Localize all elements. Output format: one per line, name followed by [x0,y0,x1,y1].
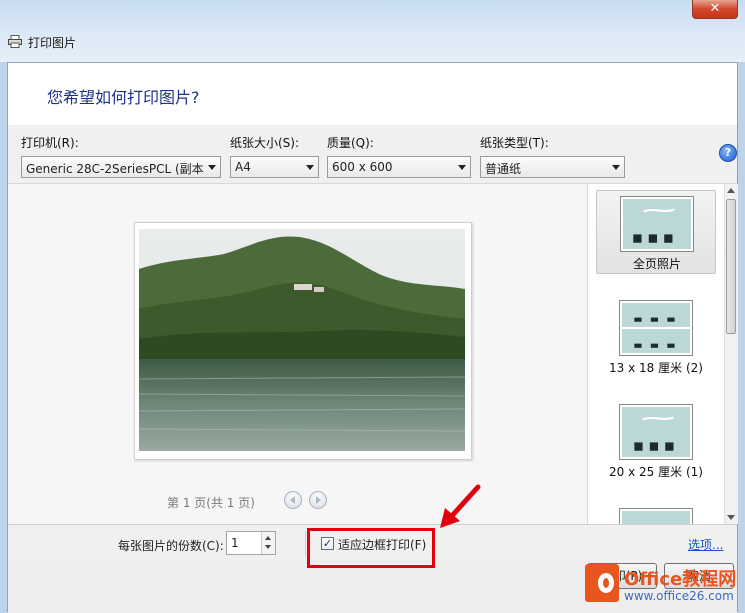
layout-list: 全页照片 13 x 18 厘米 (2) 20 x 25 厘米 (1) [587,184,725,524]
layout-label: 20 x 25 厘米 (1) [609,465,703,479]
copies-stepper[interactable]: 1 [226,531,276,555]
quality-label: 质量(Q): [327,136,374,150]
options-link[interactable]: 选项... [688,536,723,553]
decrement-icon[interactable] [265,545,271,549]
copies-label: 每张图片的份数(C): [118,539,224,553]
watermark-url: www.office26.com [624,589,734,603]
scroll-up-icon[interactable] [727,188,735,193]
layout-next[interactable] [596,503,716,524]
page-info: 第 1 页(共 1 页) [167,496,255,510]
print-settings: 打印机(R): Generic 28C-2SeriesPCL (副本 1) 纸张… [8,125,737,184]
chevron-down-icon [612,165,620,170]
title-bar: ✕ 打印图片 [0,0,745,62]
increment-icon[interactable] [265,536,271,540]
quality-dropdown[interactable]: 600 x 600 [327,156,471,178]
scroll-down-icon[interactable] [727,515,735,520]
paper-type-dropdown[interactable]: 普通纸 [480,156,625,178]
printer-icon [8,35,22,48]
chevron-down-icon [458,165,466,170]
layout-thumbnail [620,196,694,252]
layout-full-page[interactable]: 全页照片 [596,190,716,274]
page-title: 您希望如何打印图片? [47,88,200,107]
red-arrow-icon [440,484,481,528]
layout-13x18[interactable]: 13 x 18 厘米 (2) [596,295,716,379]
paper-size-dropdown[interactable]: A4 [230,156,319,178]
layout-label: 全页照片 [632,257,681,271]
highlight-box [307,528,435,568]
paper-size-label: 纸张大小(S): [230,136,300,150]
printer-label: 打印机(R): [21,136,79,150]
next-page-button[interactable] [309,491,327,509]
layout-thumbnail [619,300,693,356]
chevron-down-icon [208,165,216,170]
preview-page [134,222,472,460]
help-icon[interactable]: ? [719,144,737,162]
landscape-photo [139,229,465,451]
close-button[interactable]: ✕ [692,0,738,19]
layout-thumbnail [619,404,693,460]
scroll-thumb[interactable] [726,199,736,334]
printer-dropdown[interactable]: Generic 28C-2SeriesPCL (副本 1) [21,156,221,178]
window-title: 打印图片 [28,36,77,50]
chevron-down-icon [306,165,314,170]
paper-type-label: 纸张类型(T): [480,136,549,150]
watermark-brand: Office教程网 [624,569,737,590]
stepper-buttons[interactable] [261,532,275,554]
watermark: Office教程网 www.office26.com [578,561,745,612]
layout-label: 13 x 18 厘米 (2) [609,361,703,375]
previous-page-button[interactable] [284,491,302,509]
office-logo-icon [585,564,619,602]
dialog-header: 您希望如何打印图片? [8,63,737,126]
layout-20x25[interactable]: 20 x 25 厘米 (1) [596,399,716,483]
layout-scrollbar[interactable] [724,184,738,524]
divider [305,531,306,557]
print-preview: 第 1 页(共 1 页) [8,184,587,524]
layout-thumbnail [619,508,693,524]
copies-value[interactable]: 1 [231,536,239,550]
